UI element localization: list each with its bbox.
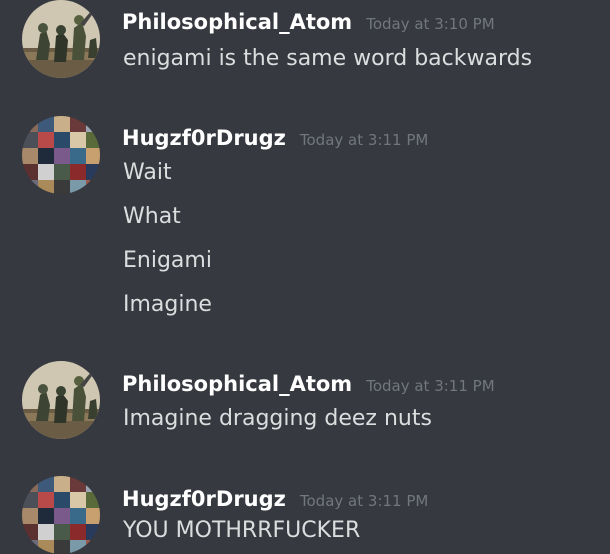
avatar[interactable] (22, 0, 100, 78)
username[interactable]: Philosophical_Atom (122, 372, 352, 396)
message-text: Imagine (123, 292, 212, 317)
message-header: Hugzf0rDrugz Today at 3:11 PM (122, 126, 428, 150)
username[interactable]: Philosophical_Atom (122, 10, 352, 34)
timestamp[interactable]: Today at 3:10 PM (366, 15, 494, 33)
collage-avatar-icon (22, 476, 100, 554)
avatar[interactable] (22, 116, 100, 194)
message-header: Hugzf0rDrugz Today at 3:11 PM (122, 487, 428, 511)
message-text: Imagine dragging deez nuts (123, 406, 432, 431)
username[interactable]: Hugzf0rDrugz (122, 126, 286, 150)
message-text: YOU MOTHRRFUCKER (123, 518, 361, 543)
timestamp[interactable]: Today at 3:11 PM (300, 492, 428, 510)
message-text: Wait (123, 160, 172, 185)
avatar[interactable] (22, 361, 100, 439)
username[interactable]: Hugzf0rDrugz (122, 487, 286, 511)
message-header: Philosophical_Atom Today at 3:10 PM (122, 10, 495, 34)
timestamp[interactable]: Today at 3:11 PM (300, 131, 428, 149)
message-header: Philosophical_Atom Today at 3:11 PM (122, 372, 495, 396)
timestamp[interactable]: Today at 3:11 PM (366, 377, 494, 395)
collage-avatar-icon (22, 116, 100, 194)
message-text: What (123, 204, 181, 229)
avatar[interactable] (22, 476, 100, 554)
halo-soldiers-avatar-icon (22, 361, 100, 439)
message-text: enigami is the same word backwards (123, 46, 533, 71)
message-text: Enigami (123, 248, 212, 273)
halo-soldiers-avatar-icon (22, 0, 100, 78)
